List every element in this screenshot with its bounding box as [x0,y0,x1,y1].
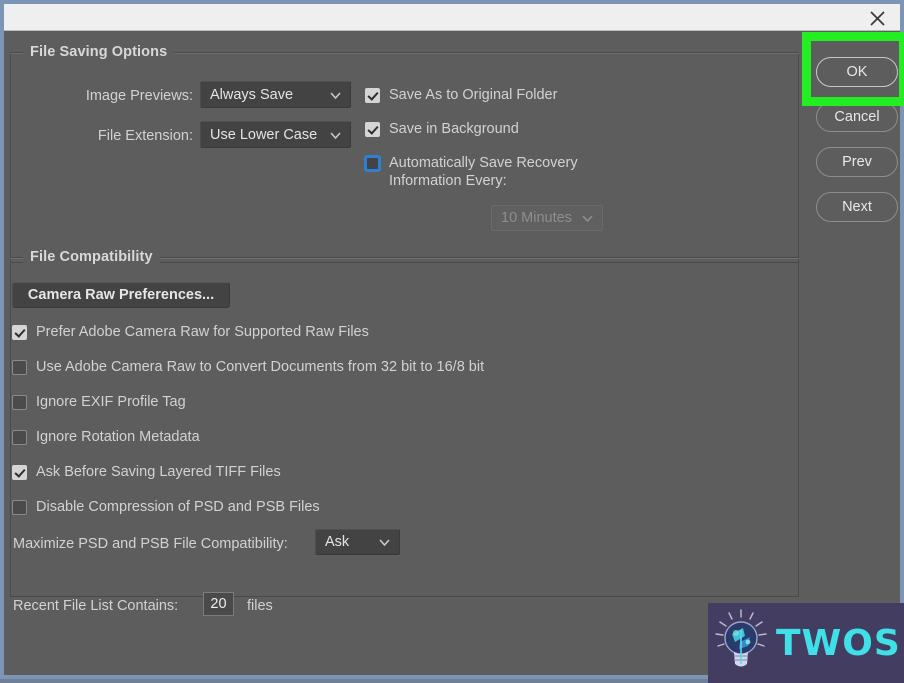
recovery-interval-select[interactable]: 10 Minutes [491,205,603,231]
checkbox-label: Use Adobe Camera Raw to Convert Document… [36,359,485,375]
recent-file-list-input[interactable]: 20 [203,592,234,616]
checkbox-box[interactable] [12,395,27,410]
preferences-dialog: File Saving Options Image Previews: Alwa… [0,0,904,683]
checkbox-box[interactable] [12,430,27,445]
image-previews-value: Always Save [210,86,294,103]
checkbox-ignore-rotation-metadata[interactable]: Ignore Rotation Metadata [12,428,200,446]
maximize-compatibility-value: Ask [325,534,350,550]
checkbox-box[interactable] [12,465,27,480]
group-title-file-saving: File Saving Options [23,44,175,60]
chevron-down-icon [582,210,593,226]
twos-watermark: TWOS [708,603,904,683]
camera-raw-preferences-button[interactable]: Camera Raw Preferences... [12,282,230,308]
recent-file-list-label: Recent File List Contains: [13,598,179,614]
chevron-down-icon [330,87,341,103]
close-icon[interactable] [860,6,894,30]
title-bar [4,4,900,31]
checkbox-ignore-exif-profile-tag[interactable]: Ignore EXIF Profile Tag [12,393,186,411]
image-previews-select[interactable]: Always Save [200,81,351,108]
file-extension-label: File Extension: [97,128,193,144]
checkbox-label: Ignore Rotation Metadata [36,429,200,445]
file-extension-value: Use Lower Case [210,126,318,143]
checkbox-box[interactable] [365,88,380,103]
group-title-file-compat: File Compatibility [23,249,160,265]
checkbox-label: Automatically Save Recovery Information … [389,155,578,189]
checkbox-prefer-adobe-camera-raw[interactable]: Prefer Adobe Camera Raw for Supported Ra… [12,323,369,341]
checkbox-label: Ask Before Saving Layered TIFF Files [36,464,281,480]
checkbox-box[interactable] [365,156,380,171]
next-button[interactable]: Next [816,192,898,222]
recent-file-list-suffix: files [247,598,273,614]
checkbox-box[interactable] [365,122,380,137]
chevron-down-icon [330,127,341,143]
checkbox-ask-before-saving-tiff[interactable]: Ask Before Saving Layered TIFF Files [12,463,281,481]
checkbox-label: Ignore EXIF Profile Tag [36,394,186,410]
ok-button[interactable]: OK [816,57,898,87]
recovery-interval-value: 10 Minutes [501,210,572,226]
dialog-body: File Saving Options Image Previews: Alwa… [4,31,900,675]
checkbox-box[interactable] [12,325,27,340]
prev-button[interactable]: Prev [816,147,898,177]
checkbox-label: Save in Background [389,121,519,137]
checkbox-label: Disable Compression of PSD and PSB Files [36,499,320,515]
maximize-compatibility-label: Maximize PSD and PSB File Compatibility: [13,536,288,552]
checkbox-box[interactable] [12,500,27,515]
checkbox-label: Prefer Adobe Camera Raw for Supported Ra… [36,324,369,340]
cancel-button[interactable]: Cancel [816,102,898,132]
checkbox-save-as-original-folder[interactable]: Save As to Original Folder [365,86,557,104]
checkbox-disable-compression-psd[interactable]: Disable Compression of PSD and PSB Files [12,498,320,516]
watermark-text: TWOS [776,622,901,664]
checkbox-save-in-background[interactable]: Save in Background [365,120,519,138]
checkbox-label: Save As to Original Folder [389,87,558,103]
file-extension-select[interactable]: Use Lower Case [200,121,351,148]
maximize-compatibility-select[interactable]: Ask [315,529,400,555]
image-previews-label: Image Previews: [85,88,193,104]
checkbox-box[interactable] [12,360,27,375]
checkbox-use-camera-raw-convert[interactable]: Use Adobe Camera Raw to Convert Document… [12,358,484,376]
checkbox-auto-save-recovery[interactable]: Automatically Save Recovery Information … [365,154,578,190]
lightbulb-icon [712,608,770,678]
chevron-down-icon [379,534,390,550]
